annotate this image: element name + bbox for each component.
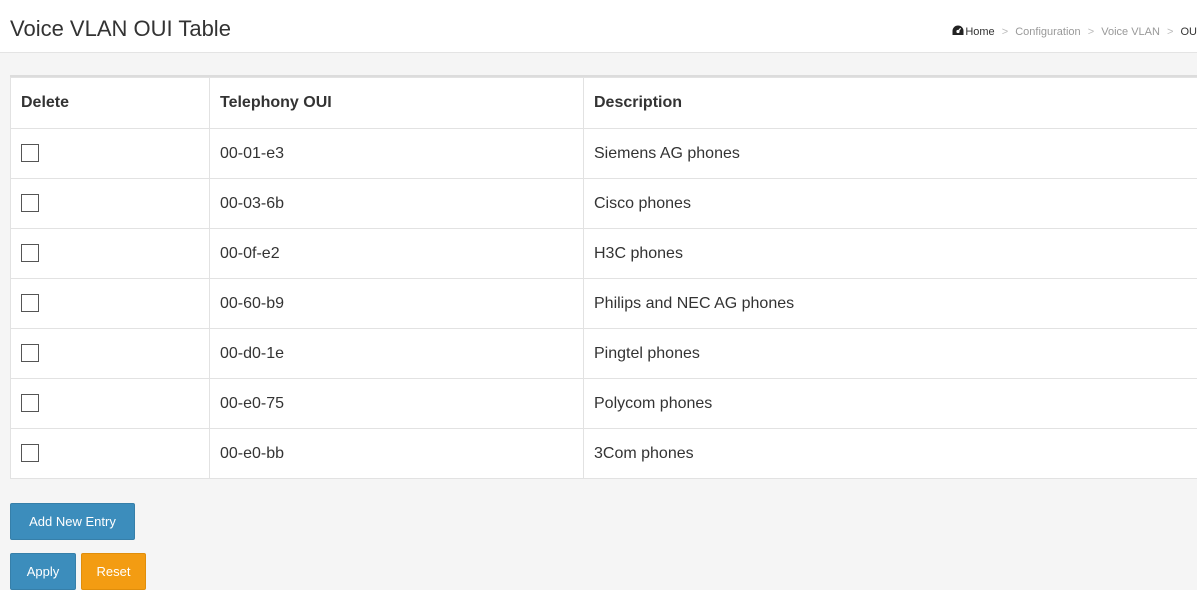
oui-cell: 00-01-e3 <box>210 129 584 179</box>
apply-button[interactable]: Apply <box>10 553 76 590</box>
delete-cell <box>11 329 210 379</box>
description-cell: Siemens AG phones <box>584 129 1197 179</box>
delete-cell <box>11 279 210 329</box>
column-header-telephony-oui: Telephony OUI <box>210 78 584 129</box>
delete-checkbox[interactable] <box>21 394 39 412</box>
delete-cell <box>11 179 210 229</box>
delete-cell <box>11 129 210 179</box>
column-header-delete: Delete <box>11 78 210 129</box>
breadcrumb: Home > Configuration > Voice VLAN > OU <box>952 25 1197 38</box>
oui-cell: 00-e0-bb <box>210 429 584 479</box>
add-new-entry-button[interactable]: Add New Entry <box>10 503 135 540</box>
oui-cell: 00-0f-e2 <box>210 229 584 279</box>
table-row: 00-0f-e2 H3C phones <box>11 229 1197 279</box>
table-row: 00-01-e3 Siemens AG phones <box>11 129 1197 179</box>
delete-cell <box>11 379 210 429</box>
breadcrumb-item-current: OU <box>1181 26 1197 38</box>
reset-button[interactable]: Reset <box>81 553 146 590</box>
breadcrumb-item-voice-vlan[interactable]: Voice VLAN <box>1101 26 1160 38</box>
oui-table-container: Delete Telephony OUI Description 00-01-e… <box>10 75 1197 479</box>
oui-cell: 00-03-6b <box>210 179 584 229</box>
delete-checkbox[interactable] <box>21 244 39 262</box>
delete-checkbox[interactable] <box>21 144 39 162</box>
breadcrumb-item-configuration[interactable]: Configuration <box>1015 26 1080 38</box>
description-cell: Cisco phones <box>584 179 1197 229</box>
table-row: 00-d0-1e Pingtel phones <box>11 329 1197 379</box>
description-cell: Pingtel phones <box>584 329 1197 379</box>
oui-cell: 00-60-b9 <box>210 279 584 329</box>
oui-cell: 00-e0-75 <box>210 379 584 429</box>
description-cell: Philips and NEC AG phones <box>584 279 1197 329</box>
breadcrumb-home[interactable]: Home <box>952 26 997 38</box>
description-cell: Polycom phones <box>584 379 1197 429</box>
delete-checkbox[interactable] <box>21 294 39 312</box>
breadcrumb-separator: > <box>1088 26 1094 38</box>
oui-cell: 00-d0-1e <box>210 329 584 379</box>
breadcrumb-home-label: Home <box>965 26 994 38</box>
table-row: 00-60-b9 Philips and NEC AG phones <box>11 279 1197 329</box>
delete-cell <box>11 429 210 479</box>
page-title: Voice VLAN OUI Table <box>10 15 231 43</box>
dashboard-icon <box>952 25 964 36</box>
delete-cell <box>11 229 210 279</box>
delete-checkbox[interactable] <box>21 194 39 212</box>
delete-checkbox[interactable] <box>21 444 39 462</box>
page-header: Voice VLAN OUI Table Home > Configuratio… <box>0 0 1197 53</box>
delete-checkbox[interactable] <box>21 344 39 362</box>
table-header-row: Delete Telephony OUI Description <box>11 78 1197 129</box>
oui-table: Delete Telephony OUI Description 00-01-e… <box>10 77 1197 479</box>
breadcrumb-separator: > <box>1002 26 1008 38</box>
table-row: 00-e0-bb 3Com phones <box>11 429 1197 479</box>
description-cell: 3Com phones <box>584 429 1197 479</box>
column-header-description: Description <box>584 78 1197 129</box>
breadcrumb-separator: > <box>1167 26 1173 38</box>
table-row: 00-03-6b Cisco phones <box>11 179 1197 229</box>
description-cell: H3C phones <box>584 229 1197 279</box>
table-row: 00-e0-75 Polycom phones <box>11 379 1197 429</box>
